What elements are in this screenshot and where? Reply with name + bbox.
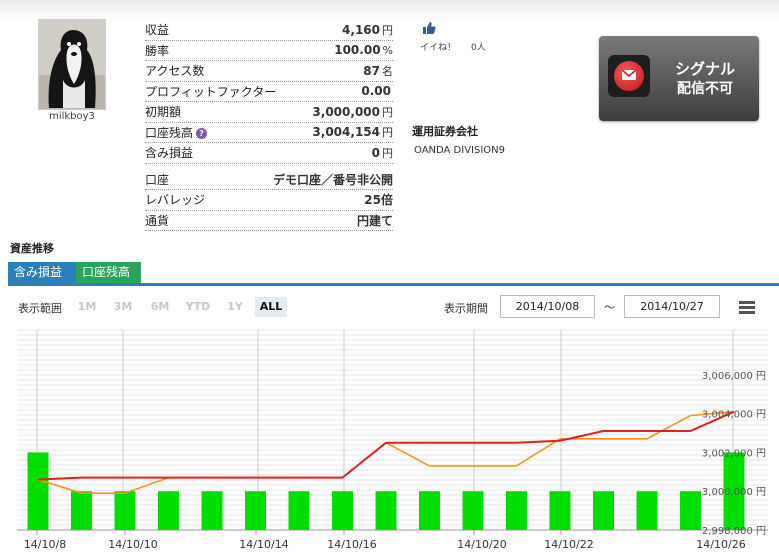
chart-bar — [593, 491, 614, 530]
y-tick-label: 3,000,000 円 — [702, 487, 766, 498]
chart-bar — [636, 491, 658, 530]
x-tick-label: 14/10/22 — [544, 538, 593, 551]
chart-bar — [680, 491, 701, 530]
stat-value: 3,000,000 円 — [312, 104, 393, 119]
date-from-input[interactable]: 2014/10/08 — [500, 295, 595, 318]
broker-heading: 運用証券会社 — [412, 125, 478, 138]
stat-row-profit: 収益 4,160 円 — [145, 20, 393, 41]
chart-bar — [375, 491, 397, 530]
stat-row-leverage: レバレッジ 25倍 — [145, 190, 393, 211]
signal-button[interactable]: シグナル 配信不可 — [599, 36, 759, 121]
signal-label-line1: シグナル — [674, 60, 735, 78]
stat-row-access: アクセス数 87 名 — [145, 61, 393, 82]
menu-icon[interactable] — [739, 301, 755, 315]
stat-value: 4,160 円 — [342, 22, 393, 37]
mail-icon — [608, 55, 650, 97]
top-band — [0, 0, 779, 20]
stat-label: 口座 — [145, 172, 170, 187]
stat-row-winrate: 勝率 100.00% — [145, 41, 393, 61]
chart-bar — [245, 491, 266, 530]
x-tick-label: 14/10/10 — [108, 538, 157, 551]
chart-bar — [27, 452, 49, 530]
stat-row-currency: 通貨 円建て — [145, 211, 393, 231]
stat-label: レバレッジ — [145, 193, 206, 208]
x-tick-label: 14/10/14 — [239, 538, 288, 551]
asset-chart: 2,998,000 円 3,000,000 円 3,002,000 円 3,004,0… — [17, 329, 768, 551]
stat-value: 100.00% — [334, 43, 393, 58]
like-count: 0人 — [471, 43, 486, 53]
range-button-1y[interactable]: 1Y — [221, 297, 249, 317]
chart-bar — [419, 491, 440, 530]
stat-value: 87 名 — [363, 63, 393, 78]
signal-label-line2: 配信不可 — [677, 81, 733, 97]
y-tick-label: 3,006,000 円 — [702, 371, 766, 382]
range-button-ytd[interactable]: YTD — [180, 297, 216, 317]
thumbs-up-icon[interactable] — [422, 20, 436, 39]
series-line — [37, 410, 735, 494]
x-tick-label: 14/10/16 — [327, 538, 376, 551]
stat-label: 通貨 — [145, 213, 170, 228]
stat-value: 円建て — [356, 213, 393, 228]
chart-bar — [332, 491, 353, 530]
range-button-3m[interactable]: 3M — [108, 297, 138, 317]
username[interactable]: milkboy3 — [30, 111, 114, 122]
section-title: 資産推移 — [10, 242, 54, 255]
period-label: 表示期間 — [444, 302, 488, 315]
chart-bar — [462, 491, 484, 530]
stat-row-account: 口座 デモ口座／番号非公開 — [145, 170, 393, 190]
stat-row-unrealized: 含み損益 0円 — [145, 143, 393, 164]
tab-underline — [8, 283, 779, 286]
range-button-1m[interactable]: 1M — [73, 297, 101, 317]
stat-row-profit-factor: プロフィットファクター 0.00 — [145, 82, 393, 102]
tab-balance[interactable]: 口座残高 — [76, 262, 141, 283]
dog-photo-icon — [39, 20, 105, 109]
period-separator: 〜 — [604, 301, 615, 314]
help-icon[interactable]: ? — [196, 127, 208, 139]
date-to-input[interactable]: 2014/10/27 — [624, 295, 720, 318]
chart-bar — [549, 491, 571, 530]
chart-bar — [158, 491, 179, 530]
stat-value: 0円 — [371, 145, 393, 160]
stat-value: 3,004,154 円 — [312, 125, 393, 140]
range-button-6m[interactable]: 6M — [145, 297, 175, 317]
stat-value: デモ口座／番号非公開 — [272, 172, 393, 187]
stat-label: 勝率 — [145, 43, 170, 58]
stat-label: アクセス数 — [145, 64, 205, 79]
x-tick-label: 14/10/26 — [696, 538, 745, 551]
avatar[interactable] — [38, 19, 106, 110]
chart-bar — [71, 491, 92, 530]
stat-row-initial: 初期額 3,000,000 円 — [145, 102, 393, 123]
stat-label: 口座残高? — [145, 124, 208, 141]
stat-label: 初期額 — [145, 105, 182, 120]
stat-label: プロフィットファクター — [145, 84, 277, 99]
range-button-all[interactable]: ALL — [255, 297, 287, 317]
stat-value: 25倍 — [364, 193, 393, 208]
stat-label: 含み損益 — [145, 146, 194, 161]
y-tick-label: 2,998,000 円 — [702, 526, 766, 537]
chart-bar — [506, 491, 527, 530]
stat-label: 収益 — [145, 23, 170, 38]
chart-bar — [114, 491, 136, 530]
broker-name: OANDA DIVISION9 — [414, 145, 506, 156]
x-tick-label: 14/10/20 — [457, 538, 506, 551]
like-label[interactable]: イイね！ — [420, 40, 456, 53]
y-tick-label: 3,002,000 円 — [702, 448, 766, 459]
stat-row-balance: 口座残高? 3,004,154 円 — [145, 123, 393, 143]
range-label: 表示範囲 — [18, 302, 62, 315]
chart-bar — [201, 491, 223, 530]
x-tick-label: 14/10/8 — [24, 538, 66, 551]
stats-table: 収益 4,160 円 勝率 100.00% アクセス数 87 名 プロフィットファク… — [145, 20, 393, 231]
stat-value: 0.00 — [361, 84, 391, 99]
tab-unrealized[interactable]: 含み損益 — [8, 262, 77, 283]
series-line — [37, 410, 735, 481]
y-tick-label: 3,004,000 円 — [702, 410, 766, 421]
chart-bar — [288, 491, 310, 530]
